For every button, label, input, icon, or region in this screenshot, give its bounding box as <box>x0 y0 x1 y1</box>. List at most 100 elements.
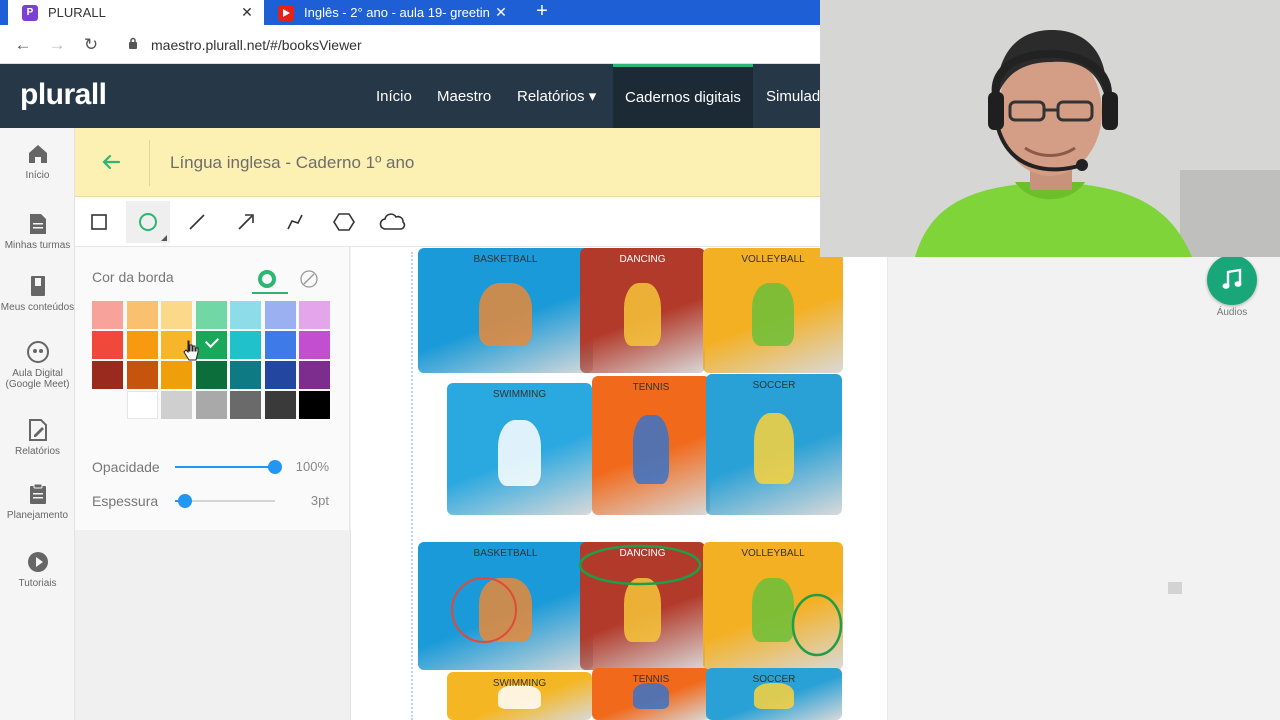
new-tab-button[interactable]: + <box>530 0 554 25</box>
audio-label: Áudios <box>1216 307 1248 318</box>
sidebar-item-label: Início <box>25 170 50 181</box>
thickness-label: Espessura <box>92 493 159 509</box>
color-swatch[interactable] <box>230 331 261 359</box>
color-swatch[interactable] <box>92 301 123 329</box>
border-color-mode-button[interactable] <box>252 264 282 294</box>
color-swatch[interactable] <box>195 331 227 359</box>
close-icon[interactable]: ✕ <box>238 4 256 21</box>
sidebar-item-minhas-turmas[interactable]: Minhas turmas <box>0 212 75 251</box>
color-swatch[interactable] <box>126 391 158 419</box>
color-swatch[interactable] <box>92 331 123 359</box>
opacity-slider-fill <box>175 466 275 468</box>
sidebar-item-tutoriais[interactable]: Tutoriais <box>0 550 75 589</box>
color-swatch[interactable] <box>299 361 330 389</box>
sidebar-item-aula-digital[interactable]: Aula Digital (Google Meet) <box>0 340 75 390</box>
sport-label: SOCCER <box>752 380 796 391</box>
opacity-slider-knob[interactable] <box>268 460 282 474</box>
cloud-tool[interactable] <box>371 201 415 243</box>
character-figure <box>633 414 669 485</box>
circle-tool[interactable] <box>126 201 170 243</box>
tab-title: Inglês - 2° ano - aula 19- greetin <box>304 5 490 20</box>
color-swatch[interactable] <box>230 361 261 389</box>
rectangle-tool[interactable] <box>77 201 121 243</box>
app-header: plurall Início Maestro Relatórios ▾ Cade… <box>0 64 820 128</box>
color-swatch[interactable] <box>299 301 330 329</box>
polyline-tool[interactable] <box>273 201 317 243</box>
color-swatch[interactable] <box>264 361 296 389</box>
url-input[interactable]: maestro.plurall.net/#/booksViewer <box>151 37 362 53</box>
no-color-button[interactable] <box>294 264 324 294</box>
color-swatch[interactable] <box>161 301 192 329</box>
forward-icon[interactable]: → <box>45 33 69 57</box>
color-swatch[interactable] <box>230 301 261 329</box>
color-swatch[interactable] <box>161 391 192 419</box>
color-swatch[interactable] <box>264 331 296 359</box>
sidebar-item-inicio[interactable]: Início <box>0 142 75 181</box>
nav-simulados[interactable]: Simulad <box>766 64 820 128</box>
character-figure <box>633 682 669 709</box>
arrow-tool[interactable] <box>224 201 268 243</box>
audio-button[interactable] <box>1207 255 1257 305</box>
browser-tab-youtube[interactable]: Inglês - 2° ano - aula 19- greetin ✕ <box>268 0 518 25</box>
character-figure <box>623 283 662 346</box>
hexagon-tool[interactable] <box>322 201 366 243</box>
color-swatch[interactable] <box>92 361 123 389</box>
scrollbar-handle[interactable] <box>1168 582 1182 594</box>
nav-inicio[interactable]: Início <box>376 64 412 128</box>
webcam-person <box>820 0 1280 257</box>
color-swatch[interactable] <box>126 301 158 329</box>
color-swatch[interactable] <box>299 391 330 419</box>
page-guide-line <box>411 252 413 720</box>
line-tool[interactable] <box>175 201 219 243</box>
sport-panel: DANCING <box>580 248 705 373</box>
border-color-label: Cor da borda <box>92 269 174 285</box>
clipboard-icon <box>29 483 46 504</box>
sport-label: SOCCER <box>752 674 796 685</box>
sport-label: DANCING <box>619 254 666 265</box>
sport-panel: VOLLEYBALL <box>703 248 843 373</box>
color-swatch[interactable] <box>230 391 261 419</box>
sidebar-item-label: Minhas turmas <box>4 240 71 251</box>
tab-title: PLURALL <box>48 5 106 20</box>
close-icon[interactable]: ✕ <box>492 4 510 21</box>
left-sidebar: Início Minhas turmas Meus conteúdos Aula… <box>0 128 75 720</box>
browser-tab-plurall[interactable]: P PLURALL ✕ <box>8 0 264 25</box>
annotation-ellipse-red <box>451 577 517 643</box>
color-swatch[interactable] <box>195 391 227 419</box>
address-bar: ← → ↻ maestro.plurall.net/#/booksViewer <box>0 25 820 64</box>
color-swatch[interactable] <box>299 331 330 359</box>
home-icon <box>28 145 47 163</box>
sidebar-item-label: Aula Digital (Google Meet) <box>5 368 70 390</box>
youtube-icon <box>278 4 294 21</box>
sidebar-item-planejamento[interactable]: Planejamento <box>0 482 75 521</box>
sidebar-item-relatorios[interactable]: Relatórios <box>0 418 75 457</box>
nav-maestro[interactable]: Maestro <box>437 64 491 128</box>
plurall-icon: P <box>22 4 38 21</box>
ring-icon <box>258 270 276 288</box>
submenu-corner-icon <box>161 235 167 241</box>
sidebar-item-meus-conteudos[interactable]: Meus conteúdos <box>0 274 75 313</box>
color-swatch[interactable] <box>126 331 158 359</box>
document-icon <box>29 214 46 234</box>
color-swatch[interactable] <box>264 391 296 419</box>
thickness-slider[interactable] <box>175 494 275 508</box>
sport-panel: TENNIS <box>592 668 710 720</box>
nav-cadernos-digitais[interactable]: Cadernos digitais <box>613 64 753 128</box>
line-icon <box>189 214 205 230</box>
nav-relatorios[interactable]: Relatórios ▾ <box>517 64 596 128</box>
plurall-logo[interactable]: plurall <box>20 78 107 112</box>
annotation-ellipse-green <box>791 593 843 657</box>
character-figure <box>479 283 532 346</box>
color-swatch[interactable] <box>195 361 227 389</box>
color-swatch[interactable] <box>264 301 296 329</box>
back-icon[interactable]: ← <box>11 33 35 57</box>
opacity-value: 100% <box>295 459 329 474</box>
reload-icon[interactable]: ↻ <box>79 33 103 57</box>
color-swatch[interactable] <box>161 361 192 389</box>
back-arrow-icon[interactable] <box>101 152 121 172</box>
color-swatch[interactable] <box>195 301 227 329</box>
mode-underline <box>252 292 288 294</box>
color-swatch[interactable] <box>126 361 158 389</box>
opacity-slider[interactable] <box>175 460 282 474</box>
thickness-slider-knob[interactable] <box>178 494 192 508</box>
